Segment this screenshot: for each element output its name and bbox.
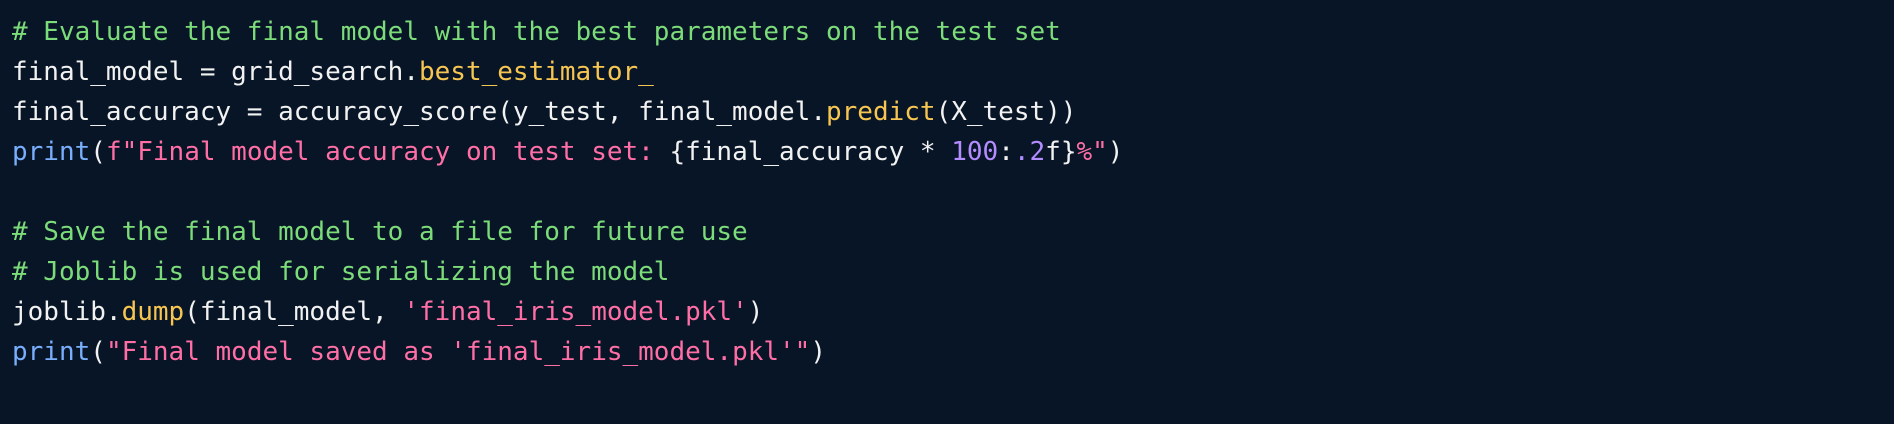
code-token-attr: best_estimator_ <box>419 57 654 87</box>
code-token-builtin: print <box>12 137 91 167</box>
code-token-string: 'final_iris_model.pkl' <box>403 297 748 327</box>
code-token-default: (X_test)) <box>935 97 1077 127</box>
code-token-default: final_accuracy = accuracy_score(y_test, … <box>12 97 826 127</box>
code-token-default: ( <box>90 337 106 367</box>
code-token-default: : <box>998 137 1014 167</box>
code-line: joblib.dump(final_model, 'final_iris_mod… <box>12 292 1894 332</box>
code-line: # Evaluate the final model with the best… <box>12 12 1894 52</box>
code-editor[interactable]: # Evaluate the final model with the best… <box>0 0 1894 424</box>
code-token-default: final_model = grid_search. <box>12 57 419 87</box>
code-token-default: {final_accuracy * <box>669 137 952 167</box>
code-token-attr: predict <box>825 97 936 127</box>
code-line: final_model = grid_search.best_estimator… <box>12 52 1894 92</box>
code-token-default: ( <box>90 137 106 167</box>
code-token-comment: # Evaluate the final model with the best… <box>12 17 1061 47</box>
code-token-string: f"Final model accuracy on test set: <box>105 137 670 167</box>
code-token-default: ) <box>1107 137 1124 167</box>
code-token-default: (final_model, <box>184 297 404 327</box>
code-line: # Save the final model to a file for fut… <box>12 212 1894 252</box>
code-token-num: 100 <box>951 137 999 167</box>
code-token-string: %" <box>1076 137 1108 167</box>
code-line: # Joblib is used for serializing the mod… <box>12 252 1894 292</box>
code-token-default: ) <box>747 297 764 327</box>
code-token-default: f} <box>1045 137 1077 167</box>
code-line: print(f"Final model accuracy on test set… <box>12 132 1894 172</box>
code-line: print("Final model saved as 'final_iris_… <box>12 332 1894 372</box>
code-token-builtin: print <box>12 337 91 367</box>
code-token-comment: # Joblib is used for serializing the mod… <box>12 257 670 287</box>
code-token-default: ) <box>810 337 826 367</box>
code-token-num: .2 <box>1013 137 1046 167</box>
code-line: final_accuracy = accuracy_score(y_test, … <box>12 92 1894 132</box>
code-token-default: joblib. <box>12 297 122 327</box>
code-token-comment: # Save the final model to a file for fut… <box>12 217 748 247</box>
code-token-string: "Final model saved as 'final_iris_model.… <box>105 337 811 367</box>
code-token-attr: dump <box>121 297 185 327</box>
